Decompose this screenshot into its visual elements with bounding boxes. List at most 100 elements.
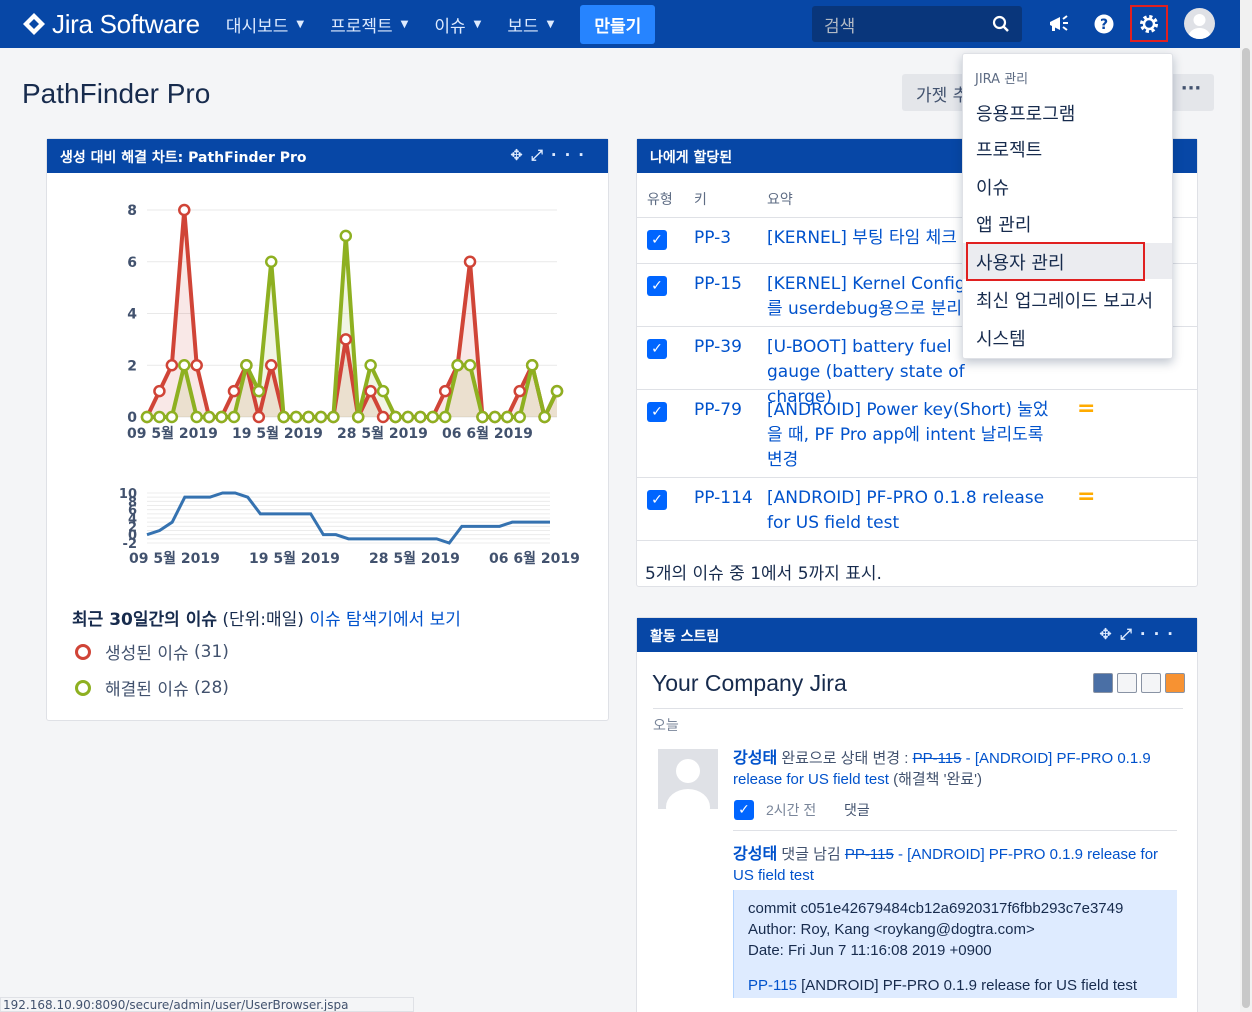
issue-summary[interactable]: [ANDROID] Power key(Short) 눌었을 때, PF Pro… — [767, 398, 1057, 473]
activity-user[interactable]: 강성태 — [733, 750, 777, 767]
settings-highlight-box — [1130, 5, 1168, 42]
data-point — [351, 410, 365, 424]
data-point — [277, 410, 290, 424]
menu-item-upgrade-report[interactable]: 최신 업그레이드 보고서 — [963, 281, 1172, 317]
data-point — [140, 410, 154, 424]
commit-issue-link[interactable]: PP-115 — [748, 977, 797, 994]
x-tick-label: 09 5월 2019 — [127, 425, 218, 442]
filter-icon[interactable] — [1141, 673, 1161, 693]
entry-divider — [733, 830, 1177, 831]
created-count: (31) — [194, 641, 229, 662]
help-icon[interactable]: ? — [1092, 12, 1116, 36]
data-point — [538, 410, 551, 424]
legend-title: 최근 30일간의 이슈 (단위:매일) 이슈 탐색기에서 보기 — [72, 605, 461, 630]
notifications-megaphone-icon[interactable] — [1047, 12, 1071, 36]
issue-navigator-link[interactable]: 이슈 탐색기에서 보기 — [309, 610, 461, 630]
col-type[interactable]: 유형 — [647, 189, 673, 209]
commit-subject: PP-115 [ANDROID] PF-PRO 0.1.9 release fo… — [748, 975, 1163, 996]
data-point — [463, 359, 477, 372]
gadget-title: 나에게 할당된 — [650, 150, 733, 166]
data-point — [550, 384, 564, 398]
task-type-icon: ✓ — [647, 339, 667, 359]
created-label: 생성된 이슈 — [105, 644, 189, 664]
scrollbar-thumb[interactable] — [1242, 48, 1250, 1008]
data-point — [438, 410, 452, 424]
commit-hash: commit c051e42679484cb12a6920317f6fbb293… — [748, 900, 1124, 917]
gadget-controls[interactable]: ✥⤢··· — [1099, 625, 1181, 643]
activity-user[interactable]: 강성태 — [733, 846, 777, 863]
data-point — [165, 359, 179, 372]
col-key[interactable]: 키 — [694, 189, 707, 209]
data-point — [165, 410, 179, 424]
issue-link[interactable]: PP-115 — [845, 846, 894, 863]
jira-logo[interactable]: Jira Software — [22, 9, 200, 40]
table-footer: 5개의 이슈 중 1에서 5까지 표시. — [637, 540, 1197, 587]
activity-entry-status: 강성태 완료으로 상태 변경 : PP-115 - [ANDROID] PF-P… — [733, 748, 1173, 790]
commit-date: Date: Fri Jun 7 11:16:08 2019 +0900 — [748, 942, 992, 959]
data-point — [252, 410, 266, 424]
nav-dashboards[interactable]: 대시보드 ▼ — [226, 12, 304, 37]
gadget-header: 활동 스트림 ✥⤢··· — [637, 618, 1197, 652]
menu-item-manage-apps[interactable]: 앱 관리 — [963, 205, 1172, 241]
more-actions-button[interactable]: ··· — [1168, 74, 1214, 111]
issue-summary[interactable]: [ANDROID] PF-PRO 0.1.8 release for US fi… — [767, 486, 1057, 536]
issue-key[interactable]: PP-3 — [694, 228, 731, 248]
chevron-down-icon: ▼ — [546, 18, 555, 30]
data-point — [240, 359, 253, 372]
full-view-icon[interactable] — [1093, 673, 1113, 693]
menu-item-system[interactable]: 시스템 — [963, 319, 1172, 355]
menu-item-projects[interactable]: 프로젝트 — [963, 130, 1172, 166]
data-point — [264, 359, 278, 372]
priority-medium-icon: = — [1077, 484, 1096, 509]
search-input[interactable]: 검색 — [812, 6, 1022, 42]
data-point — [389, 410, 402, 424]
more-icon[interactable]: ··· — [1140, 625, 1181, 643]
commit-author: Author: Roy, Kang <roykang@dogtra.com> — [748, 921, 1035, 938]
user-avatar[interactable] — [658, 749, 718, 809]
menu-item-issues[interactable]: 이슈 — [963, 168, 1172, 204]
issue-key[interactable]: PP-114 — [694, 488, 753, 508]
created-marker-icon — [75, 643, 91, 660]
comment-link[interactable]: 댓글 — [844, 800, 904, 821]
x-tick-label: 06 6월 2019 — [442, 425, 533, 442]
x-tick-label: 28 5월 2019 — [337, 425, 428, 442]
create-button[interactable]: 만들기 — [580, 4, 656, 44]
task-type-icon: ✓ — [647, 276, 667, 296]
status-url-bar: 192.168.10.90:8090/secure/admin/user/Use… — [0, 997, 414, 1012]
nav-boards[interactable]: 보드 ▼ — [507, 12, 554, 37]
data-point — [376, 410, 390, 424]
data-point — [190, 410, 203, 424]
data-point — [153, 384, 166, 398]
activity-action: 완료으로 상태 변경 : — [777, 750, 913, 767]
task-type-icon: ✓ — [647, 490, 667, 510]
rss-feed-icon[interactable] — [1165, 673, 1185, 693]
col-summary[interactable]: 요약 — [767, 189, 793, 209]
issue-link[interactable]: PP-115 — [913, 750, 962, 767]
issue-key[interactable]: PP-15 — [694, 274, 742, 294]
day-label: 오늘 — [653, 718, 679, 734]
issue-summary[interactable]: [KERNEL] 부팅 타임 체크 — [767, 226, 957, 251]
nav-projects[interactable]: 프로젝트 ▼ — [330, 12, 408, 37]
y-tick-label: 4 — [127, 307, 137, 323]
menu-item-applications[interactable]: 응용프로그램 — [963, 94, 1172, 130]
data-point — [264, 255, 278, 268]
user-avatar[interactable] — [1184, 8, 1215, 39]
x-tick-label: 28 5월 2019 — [369, 550, 460, 567]
data-point — [178, 359, 191, 372]
move-icon[interactable]: ✥ — [1099, 625, 1120, 643]
gadget-controls[interactable]: ✥⤢··· — [510, 146, 592, 164]
expand-icon[interactable]: ⤢ — [1120, 625, 1140, 643]
issue-key[interactable]: PP-39 — [694, 337, 742, 357]
expand-icon[interactable]: ⤢ — [531, 146, 551, 164]
page-scrollbar[interactable] — [1240, 0, 1252, 1012]
list-view-icon[interactable] — [1117, 673, 1137, 693]
nav-issues[interactable]: 이슈 ▼ — [434, 12, 481, 37]
data-point — [513, 384, 526, 398]
more-icon[interactable]: ··· — [551, 146, 592, 164]
move-icon[interactable]: ✥ — [510, 146, 531, 164]
data-point — [513, 410, 526, 424]
issue-key[interactable]: PP-79 — [694, 400, 742, 420]
issue-summary[interactable]: [KERNEL] Kernel Config를 userdebug용으로 분리 — [767, 272, 967, 322]
data-point — [153, 410, 166, 424]
activity-entry-comment: 강성태 댓글 남김 PP-115 - [ANDROID] PF-PRO 0.1.… — [733, 844, 1173, 886]
